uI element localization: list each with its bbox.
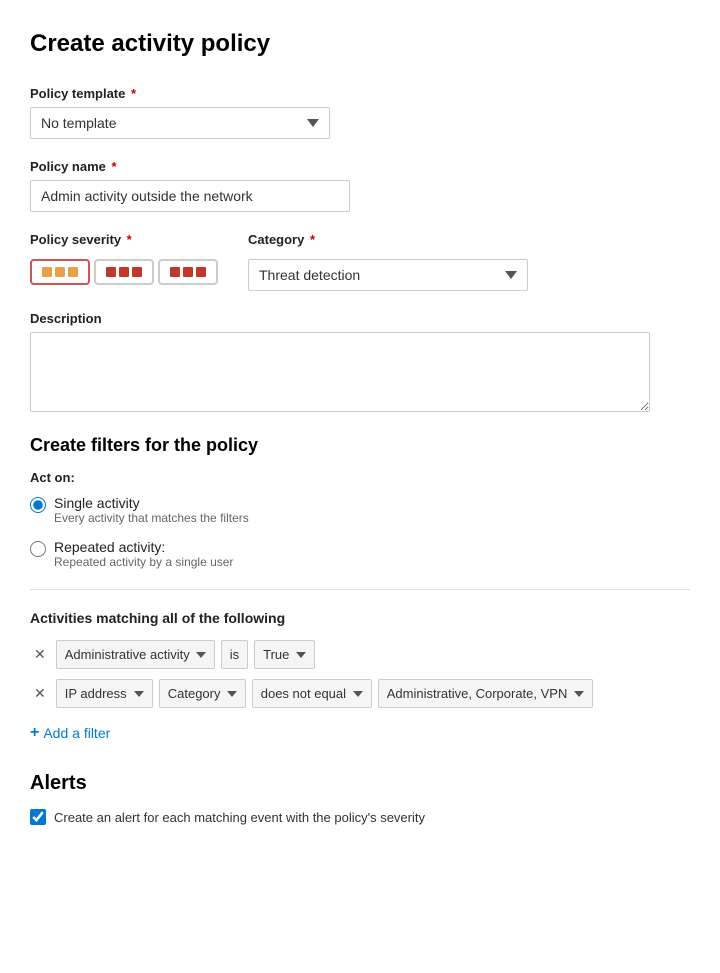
section-divider	[30, 589, 690, 590]
create-filters-title: Create filters for the policy	[30, 435, 690, 456]
severity-dot-6	[132, 267, 142, 277]
description-label: Description	[30, 311, 690, 326]
single-activity-radio[interactable]	[30, 497, 46, 513]
severity-medium-button[interactable]	[94, 259, 154, 285]
remove-icon-1: ✕	[34, 646, 46, 663]
severity-dot-8	[183, 267, 193, 277]
filter-row-1: ✕ Administrative activity is True	[30, 640, 690, 669]
policy-name-input[interactable]	[30, 180, 350, 212]
act-on-label: Act on:	[30, 470, 690, 485]
description-group: Description	[30, 311, 690, 415]
remove-filter-2-button[interactable]: ✕	[30, 681, 50, 706]
severity-dot-4	[106, 267, 116, 277]
description-input[interactable]	[30, 332, 650, 412]
add-filter-button[interactable]: + Add a filter	[30, 718, 110, 748]
repeated-activity-sublabel: Repeated activity by a single user	[54, 555, 233, 569]
filter-2-field1-select[interactable]: IP address	[56, 679, 153, 708]
alert-checkbox-row: Create an alert for each matching event …	[30, 809, 690, 825]
repeated-activity-option: Repeated activity: Repeated activity by …	[30, 539, 690, 569]
filter-2-field2-select[interactable]: Category	[159, 679, 246, 708]
severity-low-button[interactable]	[30, 259, 90, 285]
severity-dot-7	[170, 267, 180, 277]
severity-buttons	[30, 259, 218, 285]
severity-dot-3	[68, 267, 78, 277]
add-filter-plus-icon: +	[30, 724, 39, 742]
policy-template-select[interactable]: No template	[30, 107, 330, 139]
filter-2-operator-select[interactable]: does not equal	[252, 679, 372, 708]
filter-1-field-select[interactable]: Administrative activity	[56, 640, 215, 669]
filter-row-2: ✕ IP address Category does not equal Adm…	[30, 679, 690, 708]
policy-template-group: Policy template * No template	[30, 86, 690, 139]
remove-icon-2: ✕	[34, 685, 46, 702]
single-activity-sublabel: Every activity that matches the filters	[54, 511, 249, 525]
severity-dot-9	[196, 267, 206, 277]
alerts-title: Alerts	[30, 772, 690, 795]
activities-matching-title: Activities matching all of the following	[30, 610, 690, 626]
single-activity-option: Single activity Every activity that matc…	[30, 495, 690, 525]
severity-dot-1	[42, 267, 52, 277]
alert-checkbox[interactable]	[30, 809, 46, 825]
repeated-activity-label: Repeated activity:	[54, 539, 233, 555]
policy-template-label: Policy template *	[30, 86, 690, 101]
category-select[interactable]: Threat detection	[248, 259, 528, 291]
repeated-activity-radio[interactable]	[30, 541, 46, 557]
alerts-section: Alerts Create an alert for each matching…	[30, 772, 690, 825]
alert-checkbox-label: Create an alert for each matching event …	[54, 810, 425, 825]
create-filters-section: Create filters for the policy Act on: Si…	[30, 435, 690, 569]
policy-name-group: Policy name *	[30, 159, 690, 212]
remove-filter-1-button[interactable]: ✕	[30, 642, 50, 667]
page-title: Create activity policy	[30, 30, 690, 58]
policy-name-label: Policy name *	[30, 159, 690, 174]
filter-1-value-select[interactable]: True	[254, 640, 315, 669]
category-group: Category * Threat detection	[248, 232, 528, 291]
severity-category-row: Policy severity * Category *	[30, 232, 690, 291]
severity-label: Policy severity *	[30, 232, 218, 247]
severity-group: Policy severity *	[30, 232, 218, 285]
category-label: Category *	[248, 232, 528, 247]
filter-1-operator: is	[221, 640, 248, 669]
add-filter-label: Add a filter	[43, 725, 110, 741]
activities-matching-section: Activities matching all of the following…	[30, 610, 690, 748]
severity-dot-2	[55, 267, 65, 277]
single-activity-label: Single activity	[54, 495, 249, 511]
filter-2-value-select[interactable]: Administrative, Corporate, VPN	[378, 679, 593, 708]
severity-high-button[interactable]	[158, 259, 218, 285]
severity-dot-5	[119, 267, 129, 277]
